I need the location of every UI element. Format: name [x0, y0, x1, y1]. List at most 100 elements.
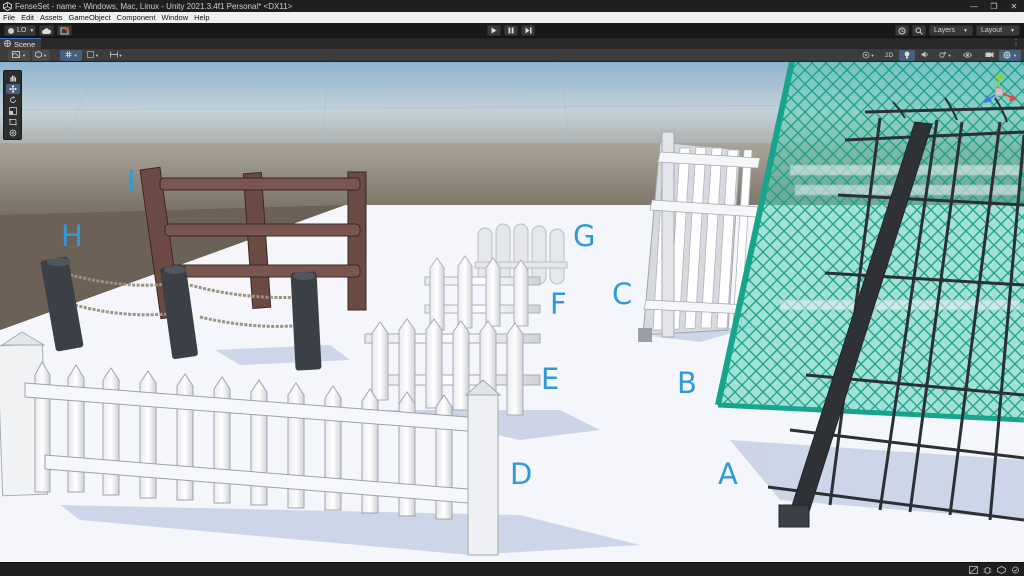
- progress-spinner-icon: [1011, 566, 1020, 574]
- label-h: H: [61, 219, 83, 253]
- pause-icon: [508, 27, 514, 34]
- maximize-icon[interactable]: ❐: [984, 0, 1004, 12]
- tool-palette: [3, 70, 22, 140]
- tab-menu-icon[interactable]: ⋮: [1012, 38, 1020, 47]
- step-button[interactable]: [521, 25, 535, 36]
- chevron-down-icon: ▼: [95, 53, 99, 58]
- eye-icon: [962, 51, 973, 60]
- mode-2d-toggle[interactable]: 2D: [881, 50, 897, 61]
- label-g: G: [573, 219, 596, 253]
- account-dropdown[interactable]: LO ▼: [4, 25, 36, 36]
- menu-edit[interactable]: Edit: [18, 12, 37, 23]
- label-f: F: [550, 287, 567, 321]
- gizmo-orientation-icon: [862, 51, 870, 61]
- chevron-down-icon: ▼: [73, 53, 78, 58]
- layers-dropdown[interactable]: Layers ▼: [929, 25, 973, 36]
- gizmos-dropdown[interactable]: ▼: [999, 50, 1021, 61]
- label-a: A: [718, 457, 738, 491]
- status-bar: [0, 562, 1024, 576]
- audio-toggle[interactable]: [917, 50, 933, 61]
- rect-tool-icon[interactable]: [6, 117, 20, 127]
- label-b: B: [677, 366, 697, 400]
- cloud-button[interactable]: [39, 25, 54, 36]
- menu-component[interactable]: Component: [114, 12, 159, 23]
- camera-icon: [985, 51, 994, 60]
- label-d: D: [510, 457, 533, 491]
- label-i: I: [127, 164, 136, 198]
- transform-tool-icon[interactable]: [6, 128, 20, 138]
- cache-server-icon[interactable]: [997, 566, 1006, 574]
- draw-mode-dropdown[interactable]: ▼: [8, 50, 30, 61]
- grid-icon: [65, 51, 72, 60]
- search-icon: [915, 27, 923, 35]
- scene-tab-icon: [4, 39, 11, 50]
- snap-icon: [87, 51, 94, 60]
- shaded-mode-icon: [12, 51, 20, 60]
- gizmos-icon: [1003, 51, 1011, 61]
- hidden-objects-toggle[interactable]: [957, 50, 979, 61]
- chevron-down-icon: ▼: [1010, 27, 1015, 34]
- history-icon: [898, 27, 906, 35]
- scene-viewport[interactable]: A B C D E F G H I: [0, 62, 1024, 562]
- tab-scene-label: Scene: [14, 39, 36, 49]
- close-icon[interactable]: ✕: [1004, 0, 1024, 12]
- orientation-dropdown[interactable]: ▼: [857, 50, 879, 61]
- menu-gameobject[interactable]: GameObject: [66, 12, 114, 23]
- chevron-down-icon: ▼: [963, 27, 968, 34]
- chevron-down-icon: ▼: [870, 53, 875, 58]
- move-tool-icon[interactable]: [6, 84, 20, 94]
- hand-tool-icon[interactable]: [6, 73, 20, 83]
- chevron-down-icon: ▼: [22, 53, 26, 58]
- search-button[interactable]: [912, 25, 926, 36]
- menu-assets[interactable]: Assets: [37, 12, 66, 23]
- audio-icon: [921, 51, 929, 60]
- play-icon: [491, 27, 497, 34]
- camera-settings-button[interactable]: [981, 50, 997, 61]
- pause-button[interactable]: [504, 25, 518, 36]
- play-button[interactable]: [487, 25, 501, 36]
- chevron-down-icon: ▼: [118, 53, 123, 58]
- tab-scene[interactable]: Scene: [0, 38, 42, 50]
- layout-dropdown[interactable]: Layout ▼: [976, 25, 1020, 36]
- chevron-down-icon: ▼: [1013, 53, 1017, 58]
- history-button[interactable]: [895, 25, 909, 36]
- menu-window[interactable]: Window: [158, 12, 191, 23]
- label-e: E: [541, 362, 560, 396]
- cube-icon: [35, 51, 42, 60]
- grid-toggle[interactable]: ▼: [60, 50, 82, 61]
- scene-toolbar: ▼ ▼ ▼ ▼ ▼ ▼ 2D ▼ ▼: [0, 49, 1024, 62]
- increment-snap-dropdown[interactable]: ▼: [106, 50, 126, 61]
- render-mode-dropdown[interactable]: ▼: [32, 50, 50, 61]
- minimize-icon[interactable]: —: [964, 0, 984, 12]
- menu-help[interactable]: Help: [191, 12, 212, 23]
- chevron-down-icon: ▼: [947, 53, 952, 58]
- scale-tool-icon[interactable]: [6, 106, 20, 116]
- account-label: LO: [17, 27, 27, 34]
- lighting-toggle[interactable]: [899, 50, 915, 61]
- mode-2d-label: 2D: [884, 52, 894, 59]
- menu-bar: File Edit Assets GameObject Component Wi…: [0, 12, 1024, 23]
- scene-tab-bar: Scene ⋮: [0, 38, 1024, 49]
- layout-label: Layout: [981, 27, 1003, 34]
- window-title: FenseSet - name - Windows, Mac, Linux - …: [15, 1, 293, 11]
- cloud-icon: [42, 27, 51, 34]
- collab-icon: [60, 26, 69, 35]
- rotate-tool-icon[interactable]: [6, 95, 20, 105]
- account-icon: [8, 27, 14, 34]
- light-bulb-icon: [904, 51, 910, 61]
- ruler-icon: [109, 51, 118, 60]
- scene-orientation-gizmo[interactable]: [978, 70, 1020, 114]
- menu-file[interactable]: File: [0, 12, 18, 23]
- effects-icon: [938, 51, 947, 60]
- chevron-down-icon: ▼: [43, 53, 47, 58]
- collab-button[interactable]: [57, 25, 72, 36]
- effects-dropdown[interactable]: ▼: [935, 50, 955, 61]
- title-bar: FenseSet - name - Windows, Mac, Linux - …: [0, 0, 1024, 12]
- step-icon: [525, 27, 532, 34]
- snap-dropdown[interactable]: ▼: [84, 50, 102, 61]
- auto-generate-lighting-icon[interactable]: [969, 566, 978, 574]
- unity-logo-icon: [2, 1, 12, 11]
- label-c: C: [612, 277, 633, 311]
- debug-mode-icon[interactable]: [983, 566, 992, 574]
- chevron-down-icon: ▼: [29, 27, 35, 34]
